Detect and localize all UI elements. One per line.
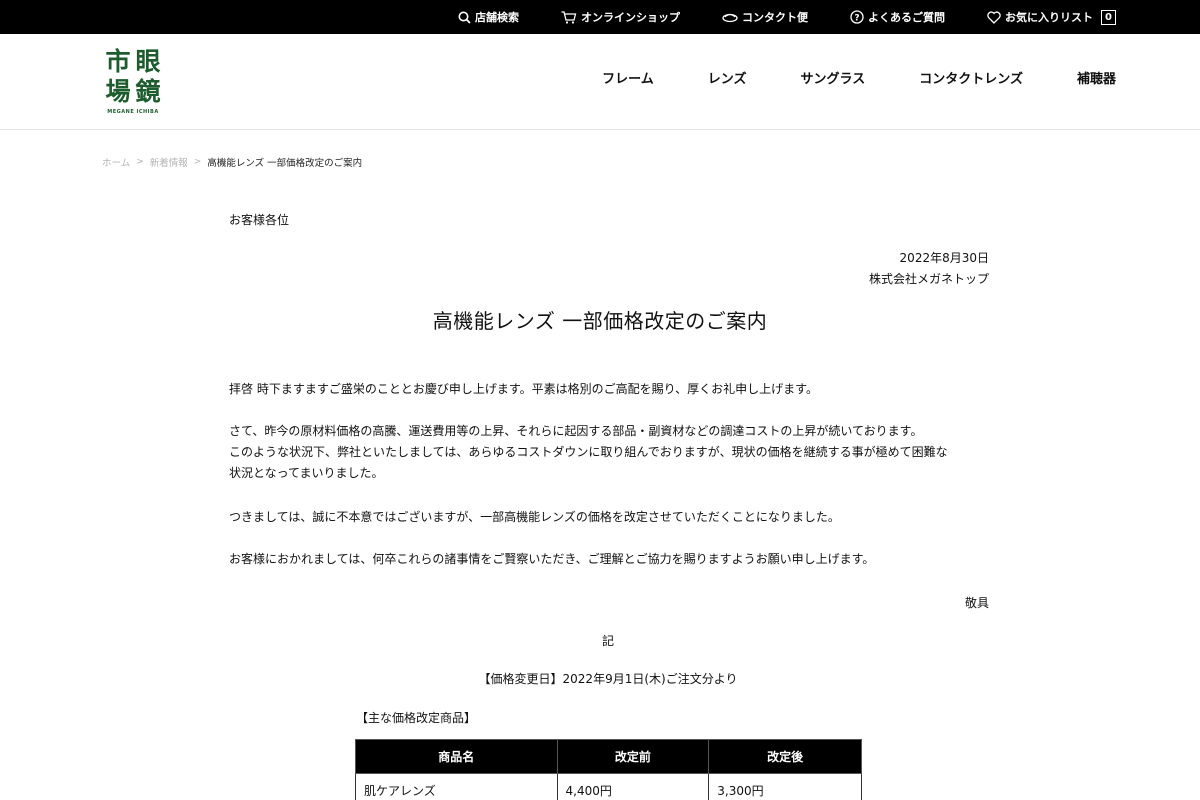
logo-char: 場 [105, 77, 131, 106]
notice-recipient: お客様各位 [229, 213, 290, 227]
site-header: 市 眼 場 鏡 MEGANE ICHIBA フレーム レンズ サングラス コンタ… [0, 34, 1200, 130]
notice-paragraph: 拝啓 時下ますますご盛栄のこととお慶び申し上げます。平素は格別のご高配を賜り、厚… [229, 382, 818, 396]
search-icon [458, 11, 471, 24]
table-header-row: 商品名 改定前 改定後 [355, 739, 862, 774]
products-heading: 【主な価格改定商品】 [356, 711, 477, 725]
favorites-label: お気に入りリスト [1005, 11, 1094, 24]
nav-item-sunglasses[interactable]: サングラス [800, 68, 865, 87]
store-search-link[interactable]: 店舗検索 [458, 9, 519, 25]
logo-char: 眼 [135, 47, 161, 76]
notice-paragraph: つきましては、誠に不本意ではございますが、一部高機能レンズの価格を改定させていた… [229, 510, 840, 524]
megane-ichiba-logo[interactable]: 市 眼 場 鏡 MEGANE ICHIBA [104, 48, 162, 116]
table-cell-before: 4,400円 [556, 773, 710, 800]
table-row: 肌ケアレンズ 4,400円 3,300円 [355, 773, 862, 800]
notice-title: 高機能レンズ 一部価格改定のご案内 [432, 309, 768, 333]
utility-links: 店舗検索 オンラインショップ コンタクト便 ? よくあるご質問 お気に入りリスト… [458, 0, 1116, 34]
logo-mark: 市 眼 場 鏡 [104, 48, 162, 106]
notice-paragraph: さて、昨今の原材料価格の高騰、運送費用等の上昇、それらに起因する部品・副資材など… [229, 424, 923, 438]
breadcrumb: ホーム > 新着情報 > 高機能レンズ 一部価格改定のご案内 [102, 155, 362, 169]
main-nav: フレーム レンズ サングラス コンタクトレンズ 補聴器 [602, 34, 1116, 120]
contact-delivery-label: コンタクト便 [742, 11, 809, 24]
nav-item-contact-lens[interactable]: コンタクトレンズ [919, 68, 1023, 87]
question-icon: ? [850, 10, 864, 24]
notice-paragraph: このような状況下、弊社といたしましては、あらゆるコストダウンに取り組んでおります… [229, 445, 948, 459]
heart-icon [987, 10, 1001, 24]
notice-date: 2022年8月30日 [899, 251, 989, 265]
breadcrumb-separator: > [136, 157, 144, 167]
notice-paragraph: 状況となってまいりました。 [229, 466, 384, 480]
nav-item-lens[interactable]: レンズ [708, 68, 747, 87]
price-table: 商品名 改定前 改定後 肌ケアレンズ 4,400円 3,300円 [355, 739, 862, 800]
table-cell-product: 肌ケアレンズ [355, 773, 558, 800]
faq-link[interactable]: ? よくあるご質問 [850, 9, 945, 25]
table-header-before: 改定前 [556, 739, 710, 774]
favorites-link[interactable]: お気に入りリスト 0 [987, 9, 1116, 25]
favorites-count-badge: 0 [1101, 9, 1116, 25]
breadcrumb-separator: > [193, 157, 202, 167]
logo-char: 市 [105, 47, 131, 76]
logo-char: 鏡 [135, 77, 161, 106]
faq-label: よくあるご質問 [868, 11, 946, 24]
contact-lens-icon [722, 13, 738, 23]
notice-company: 株式会社メガネトップ [868, 272, 989, 286]
price-change-date: 【価格変更日】2022年9月1日(木)ご注文分より [478, 672, 738, 686]
breadcrumb-home[interactable]: ホーム [102, 155, 130, 169]
utility-bar: 店舗検索 オンラインショップ コンタクト便 ? よくあるご質問 お気に入りリスト… [0, 0, 1200, 34]
logo-subtitle: MEGANE ICHIBA [107, 109, 159, 115]
notice-ki: 記 [601, 634, 614, 648]
table-header-after: 改定後 [708, 739, 862, 774]
cart-icon [561, 10, 577, 24]
store-search-label: 店舗検索 [475, 11, 520, 24]
table-cell-after: 3,300円 [708, 773, 862, 800]
online-shop-link[interactable]: オンラインショップ [561, 9, 680, 25]
notice-paragraph: お客様におかれましては、何卒これらの諸事情をご賢察いただき、ご理解とご協力を賜り… [229, 552, 875, 566]
breadcrumb-news[interactable]: 新着情報 [150, 155, 188, 169]
notice-closing: 敬具 [964, 596, 989, 610]
online-shop-label: オンラインショップ [581, 11, 681, 24]
nav-item-frame[interactable]: フレーム [602, 68, 654, 87]
svg-text:?: ? [854, 14, 859, 24]
breadcrumb-current: 高機能レンズ 一部価格改定のご案内 [207, 158, 363, 169]
contact-delivery-link[interactable]: コンタクト便 [722, 9, 808, 25]
nav-item-hearing-aid[interactable]: 補聴器 [1077, 68, 1116, 87]
table-header-product: 商品名 [355, 739, 558, 774]
